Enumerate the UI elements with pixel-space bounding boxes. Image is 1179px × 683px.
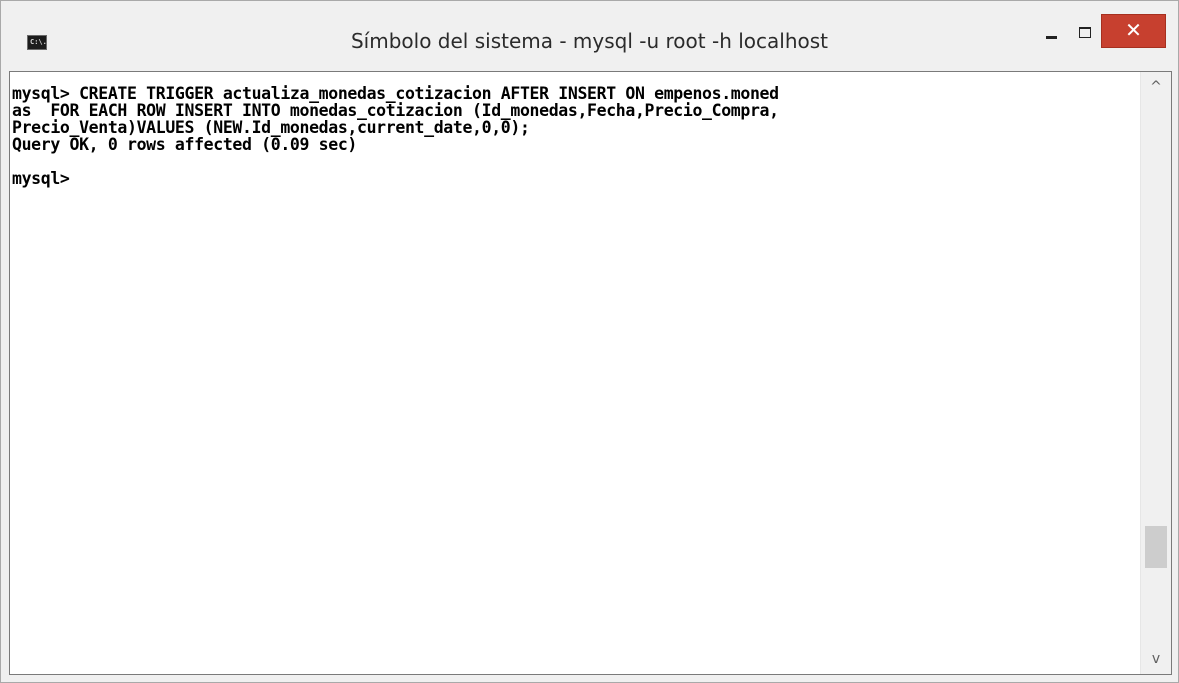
close-icon: ✕ bbox=[1125, 18, 1142, 42]
minimize-icon bbox=[1046, 36, 1057, 39]
console-prompt: mysql> bbox=[12, 169, 70, 188]
scroll-down-icon[interactable]: v bbox=[1141, 644, 1171, 674]
console-output[interactable]: mysql> CREATE TRIGGER actualiza_monedas_… bbox=[10, 72, 1140, 674]
console-line: mysql> CREATE TRIGGER actualiza_monedas_… bbox=[12, 84, 779, 103]
scrollbar-thumb[interactable] bbox=[1145, 526, 1167, 568]
scroll-up-icon[interactable]: ^ bbox=[1141, 72, 1171, 102]
close-button[interactable]: ✕ bbox=[1101, 14, 1166, 48]
vertical-scrollbar[interactable]: ^ v bbox=[1140, 72, 1171, 674]
maximize-button[interactable] bbox=[1067, 16, 1101, 56]
title-bar[interactable]: C:\. Símbolo del sistema - mysql -u root… bbox=[1, 1, 1178, 71]
console-line: Precio_Venta)VALUES (NEW.Id_monedas,curr… bbox=[12, 118, 530, 137]
console-line: as FOR EACH ROW INSERT INTO monedas_coti… bbox=[12, 101, 779, 120]
window-title: Símbolo del sistema - mysql -u root -h l… bbox=[350, 29, 829, 53]
console-area[interactable]: mysql> CREATE TRIGGER actualiza_monedas_… bbox=[9, 71, 1172, 675]
console-line: Query OK, 0 rows affected (0.09 sec) bbox=[12, 135, 358, 154]
minimize-button[interactable] bbox=[1036, 16, 1070, 56]
maximize-icon bbox=[1079, 27, 1091, 38]
console-window: C:\. Símbolo del sistema - mysql -u root… bbox=[0, 0, 1179, 683]
